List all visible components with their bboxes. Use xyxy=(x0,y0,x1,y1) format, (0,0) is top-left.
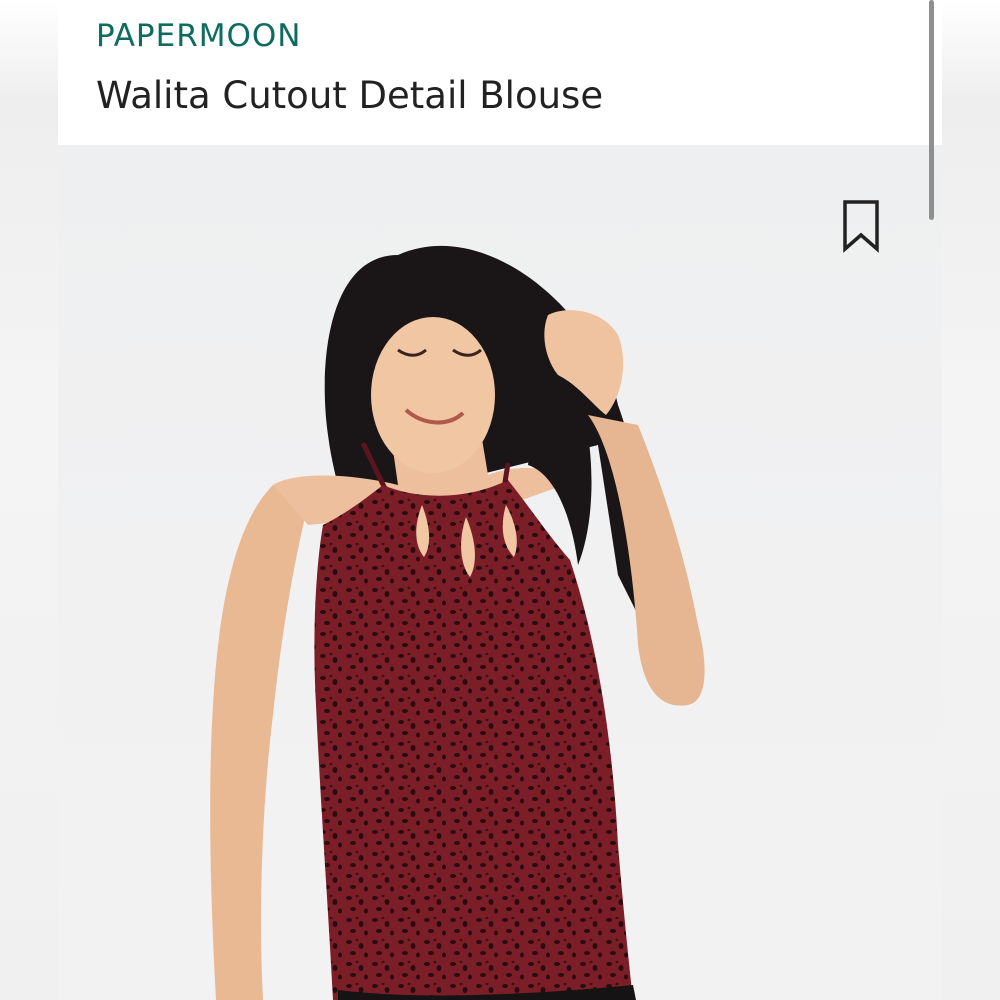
app-screen: PAPERMOON Walita Cutout Detail Blouse xyxy=(58,0,942,1000)
bookmark-icon[interactable] xyxy=(841,199,881,253)
product-header: PAPERMOON Walita Cutout Detail Blouse xyxy=(58,0,942,145)
right-background xyxy=(942,0,1000,1000)
left-background xyxy=(0,0,58,1000)
product-image[interactable] xyxy=(58,145,942,1000)
scrollbar[interactable] xyxy=(929,0,934,220)
model-photo xyxy=(210,245,705,1000)
product-title: Walita Cutout Detail Blouse xyxy=(96,74,604,117)
brand-name[interactable]: PAPERMOON xyxy=(96,18,301,54)
